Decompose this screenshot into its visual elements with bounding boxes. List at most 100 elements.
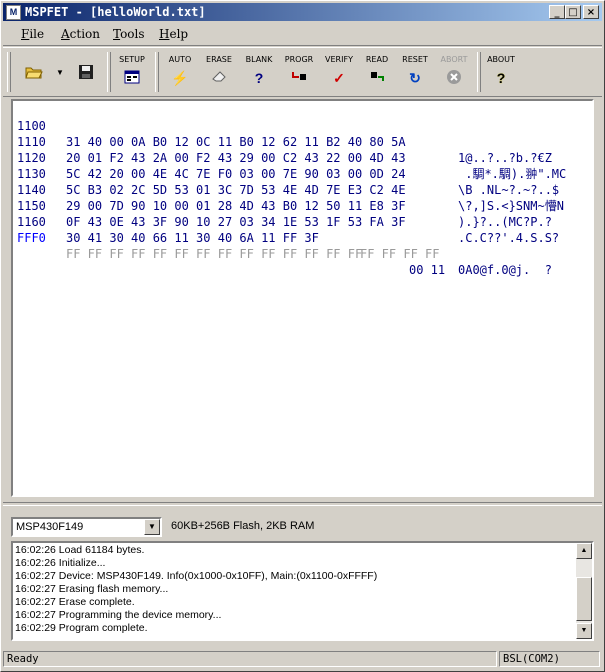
scroll-up-button[interactable]: ▲	[576, 543, 592, 559]
log-scrollbar[interactable]: ▲ ▼	[576, 543, 592, 639]
read-label: READ	[365, 55, 389, 64]
hex-bytes-erased: FF FF FF FF FF FF FF FF FF FF FF FF FF F…	[66, 247, 363, 261]
hex-bytes: 29 00 7D 90 10 00 01 28 4D 43 B0 12 50 1…	[66, 199, 406, 213]
device-memory-info: 60KB+256B Flash, 2KB RAM	[171, 520, 315, 532]
hex-ascii: 0A0@f.0@j. ?	[458, 263, 552, 277]
toolbar-separator	[477, 52, 481, 92]
hex-ascii: .騆*.騆).翀".MC	[458, 167, 567, 181]
hex-bytes: 30 41 30 40 66 11 30 40 6A 11 FF 3F	[66, 231, 319, 245]
main-window: M MSPFET - [helloWorld.txt] _ □ × File A…	[0, 0, 605, 672]
hex-row: FFF0 FF FF FF FF FF FF FF FF FF FF FF FF…	[17, 214, 445, 277]
panel-splitter[interactable]	[3, 502, 602, 506]
hex-bytes: 31 40 00 0A B0 12 0C 11 B0 12 62 11 B2 4…	[66, 135, 406, 149]
status-text: Ready	[3, 651, 497, 667]
hex-bytes: 20 01 F2 43 2A 00 F2 43 29 00 C2 43 22 0…	[66, 151, 406, 165]
blank-check-button[interactable]: BLANK ?	[241, 52, 277, 94]
title-bar[interactable]: M MSPFET - [helloWorld.txt] _ □ ×	[3, 3, 602, 21]
log-line: 16:02:26 Initialize...	[15, 557, 106, 569]
setup-label: SETUP	[119, 55, 145, 64]
close-button[interactable]: ×	[583, 5, 599, 19]
verify-label: VERIFY	[325, 55, 353, 64]
checkmark-icon: ✓	[333, 70, 345, 86]
floppy-disk-icon	[77, 64, 95, 82]
read-button[interactable]: READ	[361, 52, 393, 94]
hex-ascii: 1@..?..?b.?€Z	[458, 151, 552, 165]
hex-row: 1120 5C 42 20 00 4E 4C 7E F0 03 00 7E 90…	[17, 134, 559, 197]
folder-open-icon	[25, 64, 43, 82]
window-title: MSPFET - [helloWorld.txt]	[25, 5, 206, 19]
blank-label: BLANK	[245, 55, 273, 64]
device-select-value: MSP430F149	[16, 521, 84, 533]
auto-button[interactable]: AUTO ⚡	[163, 52, 197, 94]
abort-label: ABORT	[440, 55, 468, 64]
menu-bar: File Action Tools Help	[3, 23, 602, 46]
device-select[interactable]: MSP430F149 ▼	[11, 517, 162, 537]
scroll-thumb[interactable]	[576, 577, 592, 621]
hex-row: 1150 0F 43 0E 43 3F 90 10 27 03 34 1E 53…	[17, 182, 559, 245]
chevron-down-icon[interactable]: ▼	[144, 519, 160, 535]
menu-action[interactable]: Action	[61, 27, 100, 41]
about-button[interactable]: ABOUT ?	[483, 52, 519, 94]
hex-row: 1140 29 00 7D 90 10 00 01 28 4D 43 B0 12…	[17, 166, 552, 229]
refresh-icon: ↻	[409, 70, 421, 86]
save-button[interactable]	[73, 52, 99, 94]
lightning-icon: ⚡	[171, 70, 189, 86]
toolbar-separator	[107, 52, 111, 92]
log-line: 16:02:27 Device: MSP430F149. Info(0x1000…	[15, 570, 378, 582]
minimize-button[interactable]: _	[549, 5, 565, 19]
program-arrow-icon	[290, 69, 308, 87]
status-port: BSL(COM2)	[499, 651, 600, 667]
abort-button[interactable]: ABORT	[437, 52, 471, 94]
maximize-button[interactable]: □	[565, 5, 581, 19]
toolbar-separator	[155, 52, 159, 92]
open-button[interactable]	[21, 52, 47, 94]
hex-ascii: \?,]S.<}SNM~懵N	[458, 199, 564, 213]
log-line: 16:02:27 Erasing flash memory...	[15, 583, 169, 595]
menu-help[interactable]: Help	[159, 27, 188, 41]
reset-button[interactable]: RESET ↻	[397, 52, 433, 94]
dropdown-arrow-icon: ▼	[56, 68, 64, 77]
setup-icon	[123, 69, 141, 87]
scroll-down-button[interactable]: ▼	[576, 623, 592, 639]
hex-bytes: 00 11	[409, 263, 446, 277]
progr-label: PROGR	[284, 55, 314, 64]
toolbar: ▼ SETUP AUTO ⚡ ERASE BLANK ? PROGR VERIF…	[3, 47, 602, 97]
menu-file[interactable]: File	[21, 27, 44, 41]
auto-label: AUTO	[168, 55, 192, 64]
hex-ascii: .C.C??'.4.S.S?	[458, 231, 560, 245]
help-question-icon: ?	[496, 70, 506, 86]
hex-row: 1110 20 01 F2 43 2A 00 F2 43 29 00 C2 43…	[17, 118, 566, 181]
hex-ascii: ).}?..(MC?P.?	[458, 215, 552, 229]
setup-button[interactable]: SETUP	[115, 52, 149, 94]
about-label: ABOUT	[487, 55, 515, 64]
verify-button[interactable]: VERIFY ✓	[321, 52, 357, 94]
status-bar: Ready BSL(COM2)	[3, 651, 602, 669]
hex-view[interactable]: 1100 31 40 00 0A B0 12 0C 11 B0 12 62 11…	[11, 99, 594, 497]
hex-bytes: 5C 42 20 00 4E 4C 7E F0 03 00 7E 90 03 0…	[66, 167, 406, 181]
log-line: 16:02:29 Program complete.	[15, 622, 148, 634]
read-chip-icon	[368, 69, 386, 87]
erase-label: ERASE	[206, 55, 232, 64]
open-dropdown-button[interactable]: ▼	[51, 52, 64, 94]
erase-button[interactable]: ERASE	[201, 52, 237, 94]
log-line: 16:02:27 Erase complete.	[15, 596, 135, 608]
hex-row: 1130 5C B3 02 2C 5D 53 01 3C 7D 53 4E 4D…	[17, 150, 564, 213]
app-icon[interactable]: M	[6, 5, 21, 20]
log-line: 16:02:26 Load 61184 bytes.	[15, 544, 145, 556]
blank-question-icon: ?	[254, 70, 264, 86]
abort-x-icon	[445, 69, 463, 87]
log-output[interactable]: 16:02:26 Load 61184 bytes. 16:02:26 Init…	[11, 541, 594, 641]
hex-address: FFF0	[17, 231, 46, 245]
hex-bytes: 0F 43 0E 43 3F 90 10 27 03 34 1E 53 1F 5…	[66, 215, 406, 229]
hex-ascii: \B .NL~?.~?..$	[458, 183, 560, 197]
hex-bytes: 5C B3 02 2C 5D 53 01 3C 7D 53 4E 4D 7E E…	[66, 183, 406, 197]
log-line: 16:02:27 Programming the device memory..…	[15, 609, 222, 621]
hex-bytes-erased: FF FF FF FF	[360, 247, 440, 261]
program-button[interactable]: PROGR	[281, 52, 317, 94]
toolbar-grip[interactable]	[7, 52, 11, 92]
menu-tools[interactable]: Tools	[113, 27, 145, 41]
reset-label: RESET	[402, 55, 428, 64]
eraser-icon	[210, 69, 228, 87]
hex-row: 1160 30 41 30 40 66 11 30 40 6A 11 FF 3F…	[17, 198, 552, 277]
hex-row: 1100 31 40 00 0A B0 12 0C 11 B0 12 62 11…	[17, 102, 552, 165]
